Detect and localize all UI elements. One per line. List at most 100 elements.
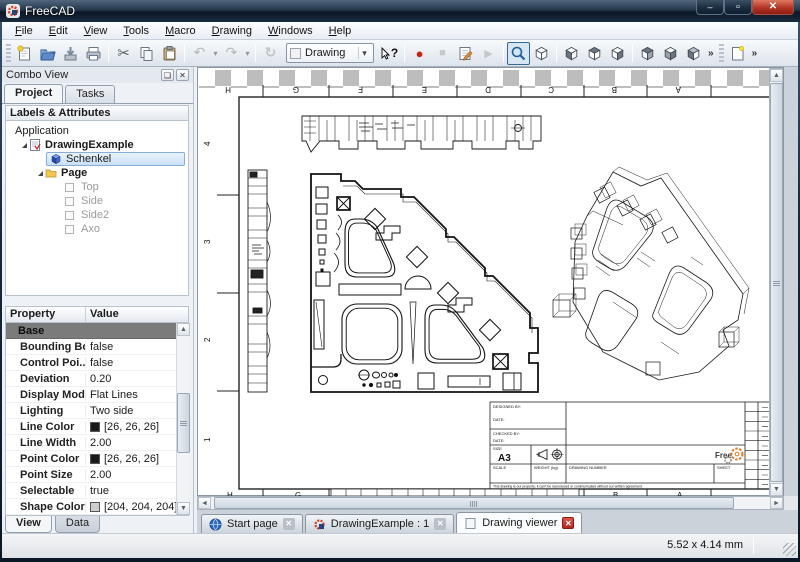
tree-item-application[interactable]: Application	[6, 124, 188, 138]
tree-column-header[interactable]: Labels & Attributes	[5, 105, 189, 121]
print-button[interactable]	[82, 42, 105, 65]
scroll-up-icon[interactable]: ▲	[770, 69, 783, 82]
macro-stop-button[interactable]	[431, 42, 454, 65]
view-front-button[interactable]	[560, 42, 583, 65]
redo-button[interactable]	[220, 42, 243, 65]
view-axonometric-button[interactable]	[530, 42, 553, 65]
drawing-viewport[interactable]: H G F E D C B A H G F E D C B A 4	[197, 67, 784, 496]
view-left-button[interactable]	[682, 42, 705, 65]
drawing-page[interactable]: H G F E D C B A H G F E D C B A 4	[198, 68, 785, 497]
copy-button[interactable]	[135, 42, 158, 65]
property-row[interactable]: Deviation 0.20	[6, 371, 188, 387]
property-row[interactable]: Control Poi... false	[6, 355, 188, 371]
tab-tasks[interactable]: Tasks	[65, 85, 115, 103]
scroll-right-icon[interactable]: ►	[770, 497, 783, 509]
view-top-button[interactable]	[583, 42, 606, 65]
paste-button[interactable]	[158, 42, 181, 65]
property-row[interactable]: Lighting Two side	[6, 403, 188, 419]
undo-dropdown[interactable]	[211, 42, 220, 65]
combo-view-titlebar[interactable]: Combo View ✕	[2, 67, 193, 83]
close-button[interactable]	[752, 0, 794, 15]
expander-icon[interactable]	[20, 141, 29, 150]
cut-button[interactable]	[112, 42, 135, 65]
menu-edit[interactable]: Edit	[42, 24, 75, 38]
property-scrollbar[interactable]: ▲ ▼	[176, 323, 189, 515]
property-group-row[interactable]: Base	[6, 323, 188, 339]
toolbar-grip[interactable]	[6, 44, 11, 62]
view-right-button[interactable]	[606, 42, 629, 65]
scrollbar-thumb[interactable]	[177, 393, 190, 453]
toolbar-overflow-2[interactable]: »	[749, 48, 761, 59]
macro-run-button[interactable]	[477, 42, 500, 65]
close-tab-icon[interactable]	[434, 518, 446, 530]
expander-icon[interactable]	[36, 169, 45, 178]
property-table-header[interactable]: Property Value	[5, 306, 189, 323]
save-button[interactable]	[59, 42, 82, 65]
vertical-scrollbar[interactable]: ▲ ▼	[769, 68, 783, 497]
view-top-projection[interactable]	[302, 116, 541, 152]
refresh-button[interactable]	[259, 42, 282, 65]
menu-view[interactable]: View	[77, 24, 115, 38]
tab-drawing-viewer[interactable]: Drawing viewer	[456, 512, 582, 533]
tree-item-page-top[interactable]: Top	[6, 180, 188, 194]
float-panel-button[interactable]	[161, 69, 174, 81]
tree-item-document[interactable]: DrawingExample	[6, 138, 188, 152]
tab-drawing-example[interactable]: DrawingExample : 1	[305, 514, 454, 533]
property-row[interactable]: Line Color [26, 26, 26]	[6, 419, 188, 435]
property-row[interactable]: Point Size 2.00	[6, 467, 188, 483]
view-rear-button[interactable]	[636, 42, 659, 65]
view-front-projection[interactable]	[311, 174, 538, 392]
property-row[interactable]: Display Mode Flat Lines	[6, 387, 188, 403]
tab-data[interactable]: Data	[55, 516, 100, 533]
open-file-button[interactable]	[36, 42, 59, 65]
menu-macro[interactable]: Macro	[158, 24, 203, 38]
new-document-button[interactable]	[13, 42, 36, 65]
whats-this-button[interactable]	[378, 42, 401, 65]
property-row[interactable]: Point Color [26, 26, 26]	[6, 451, 188, 467]
maximize-button[interactable]	[724, 0, 752, 15]
macro-record-button[interactable]	[408, 42, 431, 65]
tree-item-page-side[interactable]: Side	[6, 194, 188, 208]
tab-start-page[interactable]: Start page	[201, 514, 303, 533]
property-row[interactable]: Bounding Box false	[6, 339, 188, 355]
scroll-down-icon[interactable]: ▼	[177, 502, 190, 515]
new-drawing-page-button[interactable]	[726, 42, 749, 65]
tab-project[interactable]: Project	[4, 84, 63, 103]
toolbar-grip-2[interactable]	[719, 44, 724, 62]
undo-button[interactable]	[188, 42, 211, 65]
tree-item-page-axo[interactable]: Axo	[6, 222, 188, 236]
scroll-down-icon[interactable]: ▼	[770, 483, 783, 496]
menu-windows[interactable]: Windows	[261, 24, 320, 38]
scrollbar-thumb[interactable]	[214, 497, 734, 509]
scrollbar-thumb[interactable]	[770, 83, 783, 482]
menu-tools[interactable]: Tools	[116, 24, 156, 38]
tree-item-page-group[interactable]: Page	[6, 166, 188, 180]
resize-grip[interactable]	[783, 543, 796, 556]
macro-edit-button[interactable]	[454, 42, 477, 65]
view-axonometric-projection[interactable]	[553, 167, 749, 380]
scroll-up-icon[interactable]: ▲	[177, 323, 190, 336]
horizontal-scrollbar[interactable]: ◄ ►	[197, 496, 784, 510]
minimize-button[interactable]	[696, 0, 724, 15]
menu-drawing[interactable]: Drawing	[205, 24, 259, 38]
close-tab-icon[interactable]	[562, 517, 574, 529]
rear-cube-icon	[639, 45, 656, 62]
view-bottom-button[interactable]	[659, 42, 682, 65]
tab-view[interactable]: View	[5, 516, 52, 533]
menu-file[interactable]: File	[8, 24, 40, 38]
menu-help[interactable]: Help	[322, 24, 359, 38]
property-row[interactable]: Selectable true	[6, 483, 188, 499]
view-side-projection[interactable]	[248, 170, 271, 392]
redo-dropdown[interactable]	[243, 42, 252, 65]
close-panel-button[interactable]: ✕	[176, 69, 189, 81]
tree-item-part[interactable]: Schenkel	[6, 152, 188, 166]
fit-all-button[interactable]	[507, 42, 530, 65]
toolbar-overflow-1[interactable]: »	[705, 48, 717, 59]
close-tab-icon[interactable]	[283, 518, 295, 530]
tree-item-page-side2[interactable]: Side2	[6, 208, 188, 222]
title-bar[interactable]: FreeCAD	[0, 0, 800, 22]
property-row[interactable]: Shape Color [204, 204, 204]	[6, 499, 188, 515]
workbench-selector[interactable]: Drawing	[286, 43, 374, 63]
scroll-left-icon[interactable]: ◄	[198, 497, 211, 509]
property-row[interactable]: Line Width 2.00	[6, 435, 188, 451]
